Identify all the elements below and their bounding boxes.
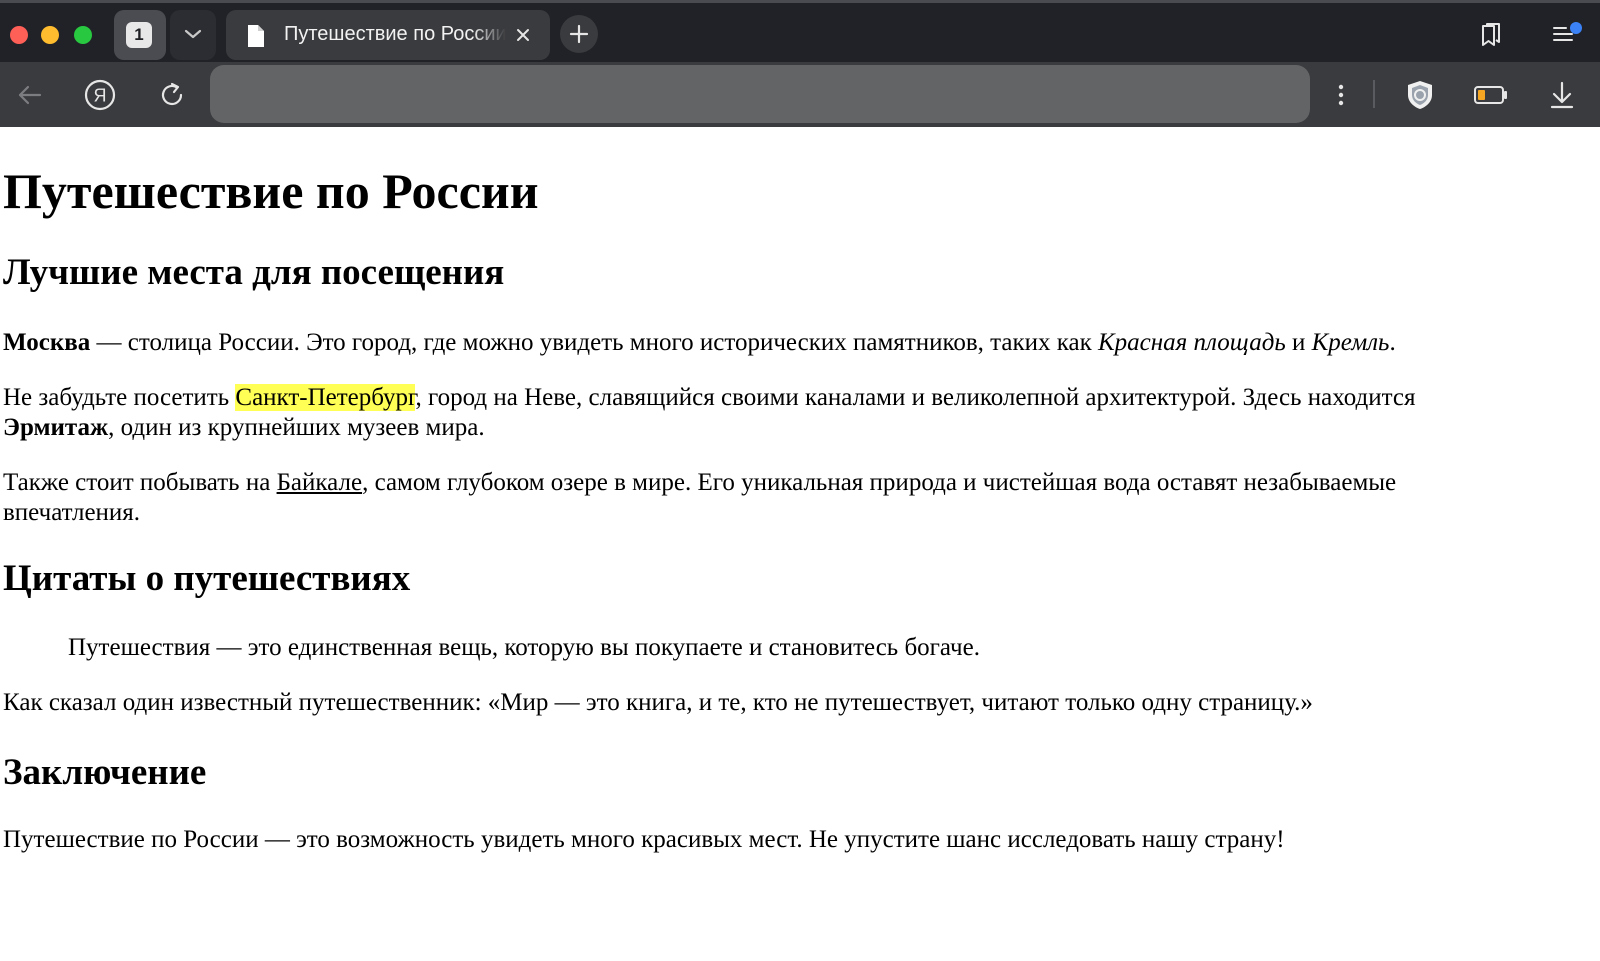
bookmarks-icon[interactable] — [1478, 22, 1504, 48]
paragraph-conclusion: Путешествие по России — это возможность … — [3, 826, 1285, 853]
browser-chrome: 1 Путешествие по России Я — [0, 0, 1600, 127]
shield-icon[interactable] — [1401, 76, 1439, 114]
new-tab-button[interactable] — [560, 15, 598, 53]
text-span: Не забудьте посетить — [3, 384, 236, 411]
kebab-menu-icon[interactable] — [1322, 76, 1360, 114]
toolbar-divider — [1373, 80, 1375, 108]
spb-highlight: Санкт-Петербург — [235, 384, 416, 411]
yandex-logo-icon[interactable]: Я — [81, 76, 119, 114]
section-heading-quotes: Цитаты о путешествиях — [3, 558, 411, 599]
kremlin-italic: Кремль — [1311, 329, 1390, 356]
paragraph-moscow: Москва — столица России. Это город, где … — [3, 328, 1493, 358]
reload-icon[interactable] — [153, 76, 191, 114]
battery-icon[interactable] — [1472, 76, 1510, 114]
tab-title: Путешествие по России — [284, 23, 506, 45]
close-icon[interactable] — [513, 25, 533, 45]
red-square-italic: Красная площадь — [1098, 329, 1286, 356]
text-span: — столица России. Это город, где можно у… — [90, 329, 1099, 356]
tab-count-badge: 1 — [126, 22, 152, 48]
plus-icon — [569, 24, 589, 44]
hermitage-bold: Эрмитаж — [3, 414, 109, 441]
maximize-window-button[interactable] — [74, 26, 92, 44]
tab-list-button[interactable] — [170, 10, 216, 60]
baikal-link[interactable]: Байкале — [277, 469, 363, 496]
paragraph-spb: Не забудьте посетить Санкт-Петербург, го… — [3, 383, 1493, 443]
text-span: и — [1285, 329, 1312, 356]
toolbar: Я — [0, 62, 1600, 127]
document-icon — [248, 25, 264, 47]
page-title: Путешествие по России — [3, 163, 539, 219]
notification-dot — [1570, 22, 1582, 34]
tab-count-button[interactable]: 1 — [114, 10, 166, 60]
address-bar[interactable] — [210, 65, 1310, 123]
section-heading-places: Лучшие места для посещения — [3, 252, 505, 293]
chevron-down-icon — [184, 29, 202, 39]
close-window-button[interactable] — [10, 26, 28, 44]
minimize-window-button[interactable] — [41, 26, 59, 44]
download-icon[interactable] — [1543, 76, 1581, 114]
tab-strip: 1 Путешествие по России — [0, 0, 1600, 62]
text-span: Также стоит побывать на — [3, 469, 277, 496]
text-span: . — [1389, 329, 1396, 356]
travel-quote: Путешествия — это единственная вещь, кот… — [68, 634, 980, 661]
text-span: , город на Неве, славящийся своими канал… — [415, 384, 1416, 411]
tab-active[interactable]: Путешествие по России — [226, 10, 550, 60]
paragraph-traveler-saying: Как сказал один известный путешественник… — [3, 689, 1313, 716]
svg-text:Я: Я — [94, 86, 107, 106]
paragraph-baikal: Также стоит побывать на Байкале, самом г… — [3, 468, 1493, 528]
text-span: , один из крупнейших музеев мира. — [108, 414, 485, 441]
back-arrow-icon[interactable] — [11, 76, 49, 114]
moscow-bold: Москва — [3, 329, 91, 356]
section-heading-conclusion: Заключение — [3, 752, 207, 793]
